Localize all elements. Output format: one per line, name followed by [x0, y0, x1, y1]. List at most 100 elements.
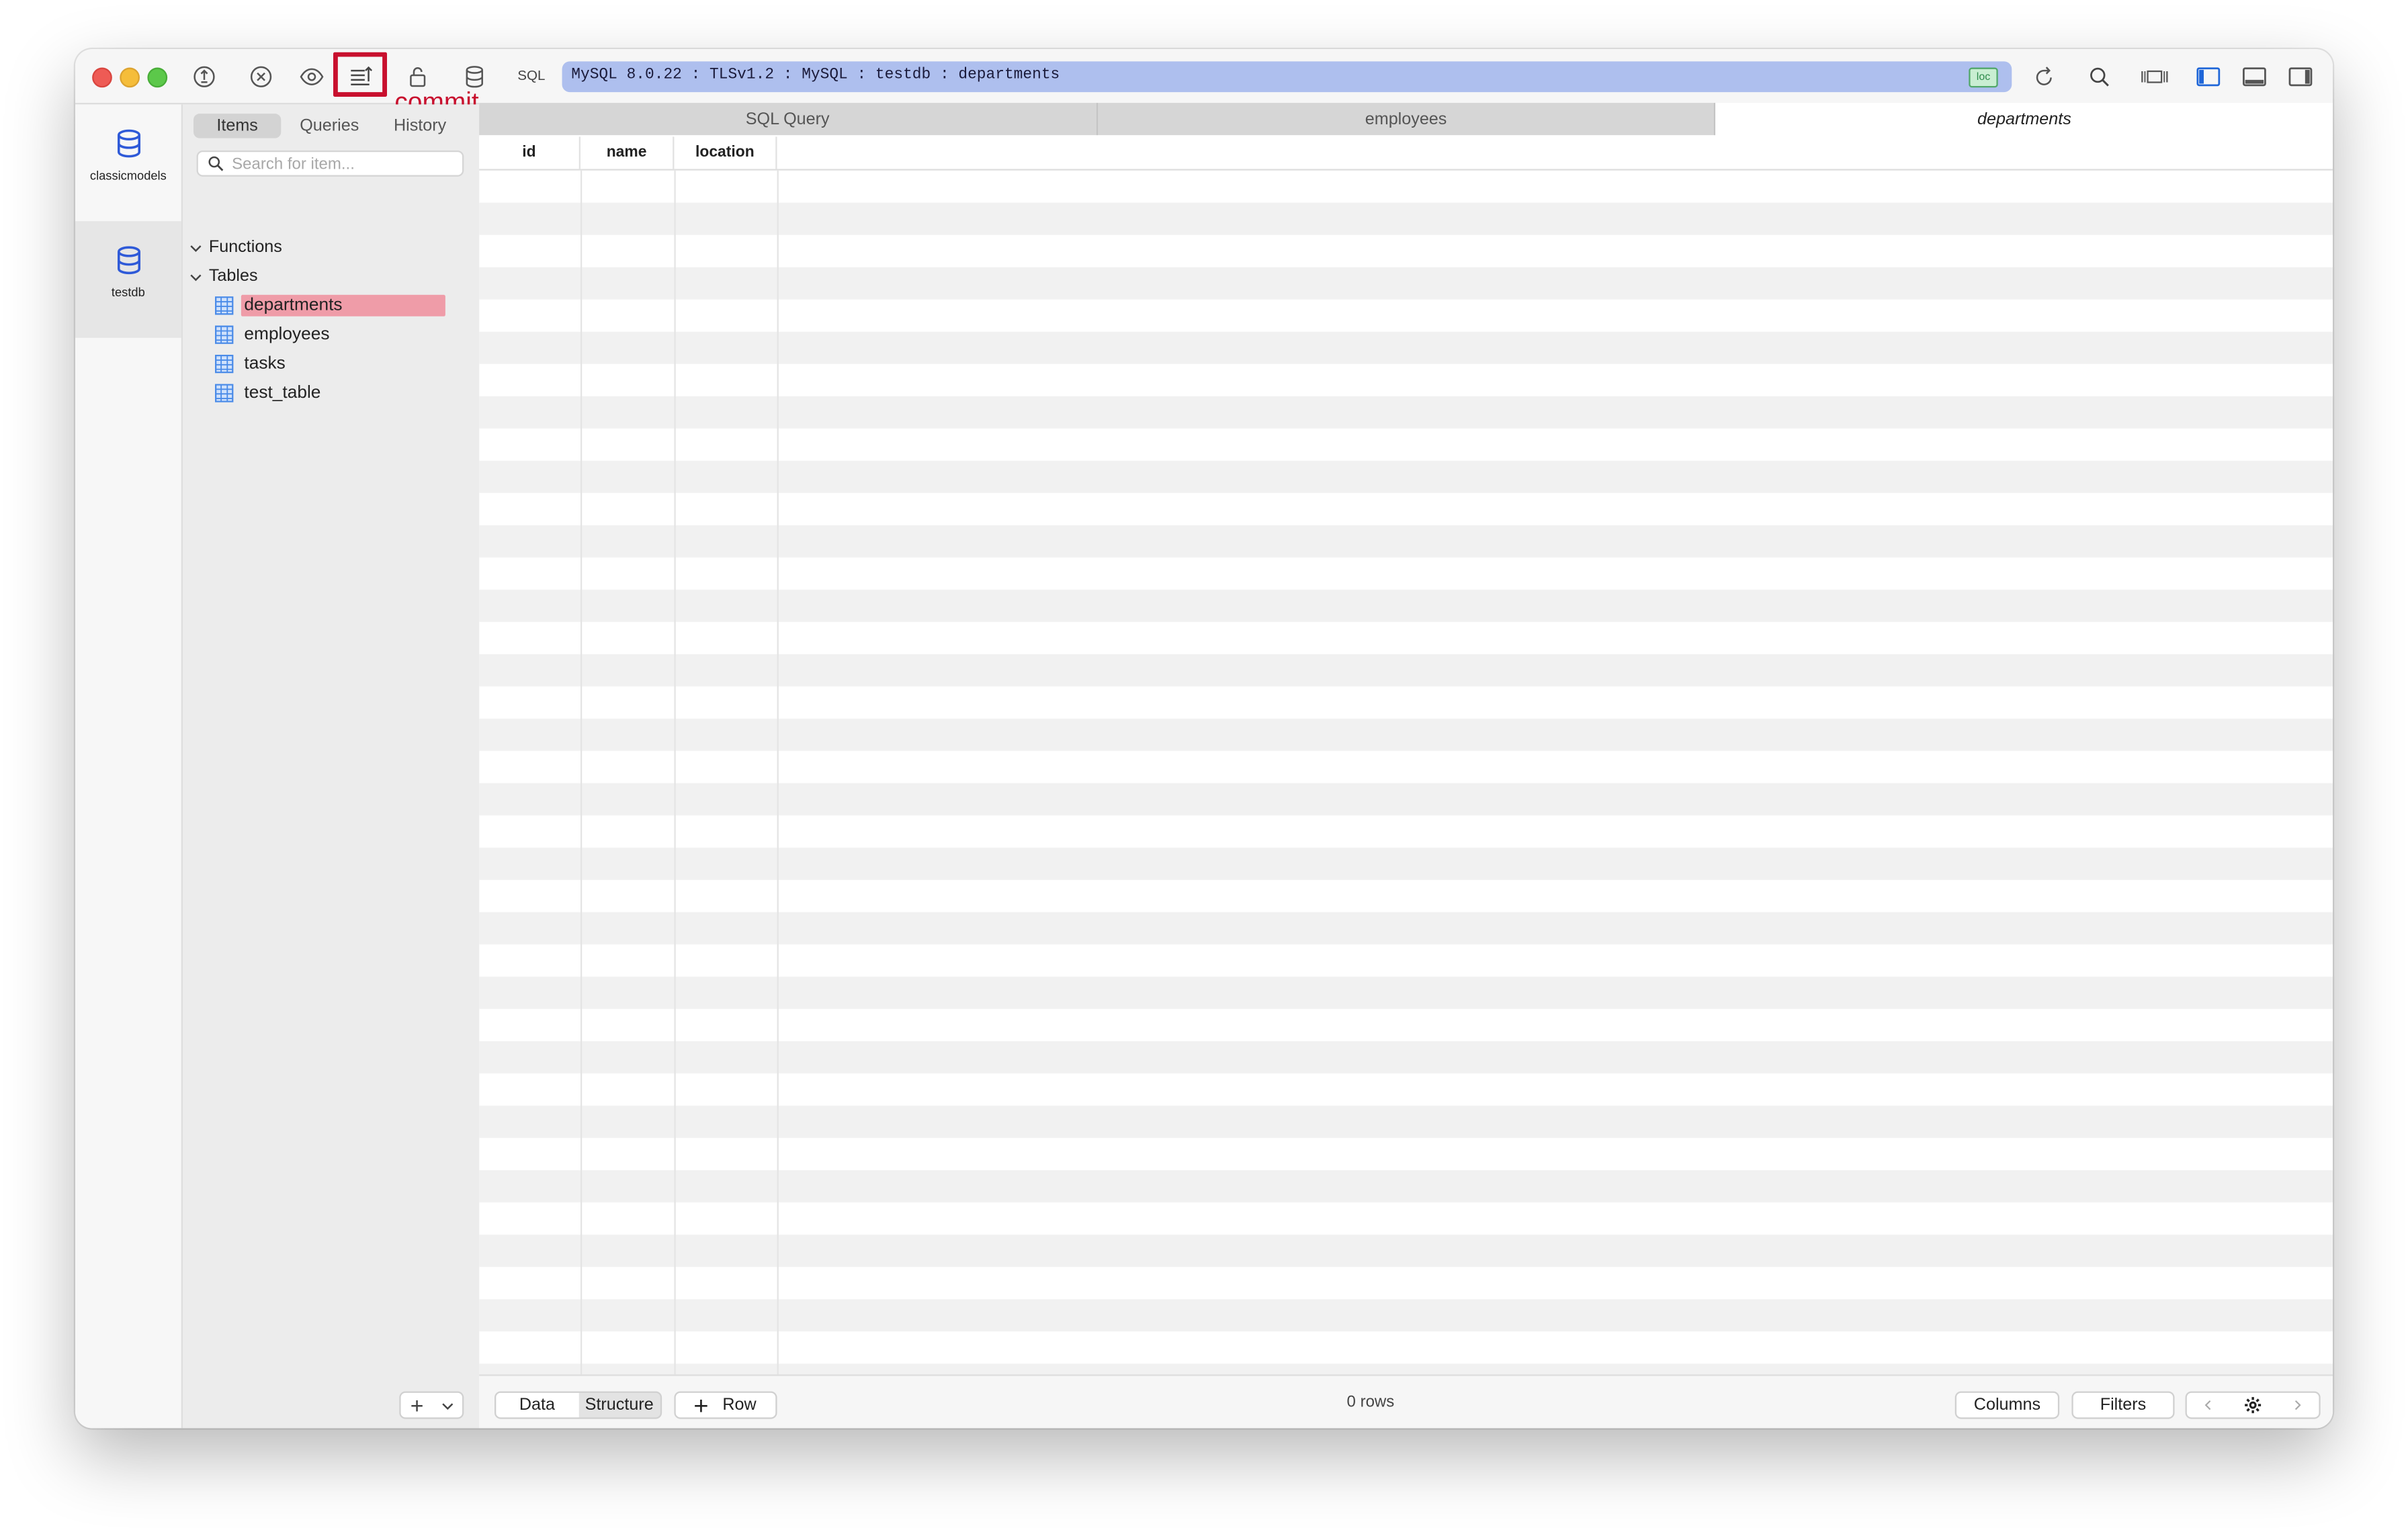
add-row-button[interactable]: Row — [674, 1391, 777, 1419]
grid-empty-row — [479, 1009, 2333, 1042]
grid-empty-row — [479, 331, 2333, 364]
data-grid[interactable] — [479, 170, 2333, 1416]
window-maximize-button[interactable] — [147, 67, 168, 88]
tree-group-tables[interactable]: Tables — [189, 264, 258, 289]
grid-empty-row — [479, 912, 2333, 945]
table-item-departments[interactable]: departments — [214, 294, 445, 319]
database-item-classicmodels[interactable]: classicmodels — [75, 104, 181, 221]
layout-columns-icon — [2141, 70, 2168, 83]
connection-badge: loc — [1969, 67, 1998, 88]
data-view-button[interactable]: Data — [496, 1392, 578, 1418]
grid-empty-row — [479, 816, 2333, 848]
toggle-bottom-panel-icon — [2243, 67, 2266, 87]
tab-sql-query[interactable]: SQL Query — [479, 103, 1098, 136]
tab-queries[interactable]: Queries — [287, 114, 372, 138]
grid-empty-row — [479, 1234, 2333, 1267]
grid-empty-row — [479, 783, 2333, 816]
grid-empty-row — [479, 1073, 2333, 1105]
structure-view-button[interactable]: Structure — [578, 1393, 660, 1418]
database-icon — [116, 129, 140, 158]
database-bar: classicmodels testdb — [75, 104, 183, 1429]
lock-button[interactable] — [401, 60, 435, 93]
table-item-label: employees — [244, 325, 330, 344]
connection-status-bar: MySQL 8.0.22 : TLSv1.2 : MySQL : testdb … — [562, 61, 2012, 93]
columns-button[interactable]: Columns — [1954, 1391, 2060, 1419]
column-header-id[interactable]: id — [479, 136, 580, 169]
tab-items[interactable]: Items — [193, 114, 282, 138]
refresh-button[interactable] — [2027, 60, 2061, 93]
add-item-button[interactable] — [401, 1393, 432, 1418]
previous-page-button[interactable] — [2187, 1393, 2231, 1418]
table-item-tasks[interactable]: tasks — [214, 351, 445, 376]
grid-empty-row — [479, 396, 2333, 429]
grid-empty-row — [479, 718, 2333, 751]
grid-empty-row — [479, 751, 2333, 783]
grid-empty-row — [479, 622, 2333, 654]
grid-empty-row — [479, 429, 2333, 461]
connection-button[interactable] — [187, 60, 221, 93]
grid-empty-row — [479, 1138, 2333, 1170]
toggle-bottom-panel-button[interactable] — [2237, 60, 2271, 93]
window-minimize-button[interactable] — [120, 67, 140, 88]
table-icon — [214, 325, 234, 344]
grid-empty-row — [479, 880, 2333, 912]
grid-empty-row — [479, 493, 2333, 525]
column-header-name[interactable]: name — [580, 136, 675, 169]
grid-empty-row — [479, 1299, 2333, 1332]
stop-button[interactable] — [244, 60, 277, 93]
toggle-left-panel-icon — [2196, 67, 2221, 87]
pagination-control — [2185, 1391, 2321, 1419]
item-search-input[interactable] — [232, 153, 455, 174]
table-item-employees[interactable]: employees — [214, 323, 445, 347]
table-icon — [214, 296, 234, 315]
layout-columns-button[interactable] — [2138, 60, 2172, 93]
add-row-label: Row — [722, 1396, 757, 1414]
grid-empty-row — [479, 589, 2333, 622]
filters-button[interactable]: Filters — [2071, 1391, 2175, 1419]
grid-empty-row — [479, 525, 2333, 558]
row-count: 0 rows — [1346, 1392, 1395, 1412]
grid-empty-row — [479, 847, 2333, 880]
grid-empty-row — [479, 364, 2333, 396]
lock-icon — [410, 67, 426, 87]
search-button[interactable] — [2082, 60, 2116, 93]
toggle-left-panel-button[interactable] — [2192, 60, 2225, 93]
sql-button[interactable]: SQL — [517, 68, 545, 83]
tree-group-label: Functions — [208, 238, 282, 257]
window-close-button[interactable] — [92, 67, 112, 88]
tab-departments[interactable]: departments — [1715, 103, 2333, 136]
column-header-location[interactable]: location — [674, 136, 777, 169]
tree-group-functions[interactable]: Functions — [189, 235, 282, 260]
search-icon — [208, 156, 224, 171]
search-icon — [2090, 67, 2109, 87]
chevron-down-icon — [441, 1402, 453, 1410]
table-item-label: tasks — [244, 354, 286, 374]
add-item-menu-button[interactable] — [431, 1393, 462, 1418]
next-page-button[interactable] — [2275, 1393, 2319, 1418]
gear-icon — [2245, 1397, 2262, 1414]
column-separator — [674, 170, 676, 1416]
table-item-test-table[interactable]: test_table — [214, 381, 445, 406]
grid-header: id name location — [479, 136, 2333, 171]
grid-empty-row — [479, 202, 2333, 235]
plus-icon — [411, 1399, 422, 1411]
grid-empty-row — [479, 654, 2333, 687]
column-separator — [777, 170, 779, 1416]
item-sidebar: Items Queries History Functions Tables d… — [182, 104, 481, 1429]
toggle-right-panel-icon — [2288, 67, 2313, 87]
tab-history[interactable]: History — [378, 114, 462, 138]
grid-empty-row — [479, 1267, 2333, 1299]
grid-empty-row — [479, 687, 2333, 719]
toggle-right-panel-button[interactable] — [2284, 60, 2317, 93]
database-label: testdb — [111, 286, 145, 300]
toolbar: commit SQL MySQL 8.0.22 : TLSv1.2 : MySQ… — [75, 49, 2333, 117]
grid-empty-row — [479, 1331, 2333, 1363]
pagination-settings-button[interactable] — [2231, 1393, 2275, 1418]
stop-icon — [250, 66, 272, 87]
tab-employees[interactable]: employees — [1097, 103, 1716, 136]
database-icon — [466, 66, 483, 88]
preview-button[interactable] — [295, 60, 329, 93]
item-search-field — [196, 150, 464, 177]
database-button[interactable] — [458, 60, 491, 93]
database-item-testdb[interactable]: testdb — [75, 221, 181, 338]
